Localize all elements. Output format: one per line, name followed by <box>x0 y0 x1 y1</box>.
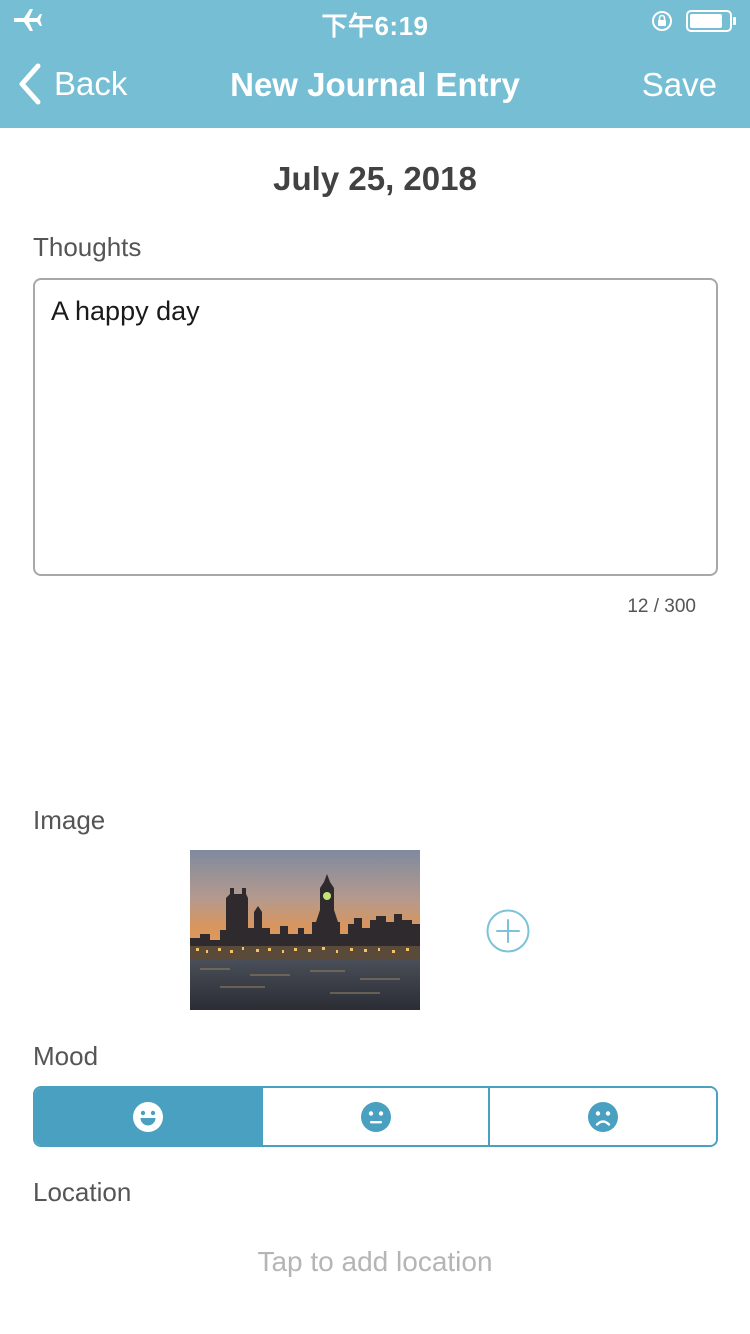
character-counter: 12 / 300 <box>627 596 696 617</box>
status-time: 下午6:19 <box>321 11 429 41</box>
top-bar: 下午6:19 Back New Journal Entry Save <box>0 0 750 128</box>
location-label: Location <box>33 1177 132 1207</box>
add-location-button[interactable]: Tap to add location <box>0 1246 750 1278</box>
sad-face-icon <box>588 1101 619 1132</box>
mood-label: Mood <box>33 1041 99 1071</box>
happy-face-icon <box>132 1101 163 1132</box>
save-button[interactable]: Save <box>642 66 717 104</box>
thoughts-label: Thoughts <box>33 232 142 262</box>
status-bar: 下午6:19 <box>0 0 750 41</box>
page-title: New Journal Entry <box>230 66 520 103</box>
navigation-bar: Back New Journal Entry Save <box>0 40 750 128</box>
entry-date: July 25, 2018 <box>273 160 477 197</box>
mood-selector <box>33 1086 718 1147</box>
journal-entry-screen: 下午6:19 Back New Journal Entry Save July … <box>0 0 750 1334</box>
add-image-icon[interactable] <box>486 909 530 953</box>
orientation-lock-icon <box>652 11 672 31</box>
thoughts-textarea[interactable]: A happy day <box>33 278 718 576</box>
mood-option-sad[interactable] <box>488 1088 716 1145</box>
battery-icon <box>686 10 736 32</box>
mood-option-neutral[interactable] <box>260 1088 489 1145</box>
neutral-face-icon <box>360 1101 391 1132</box>
mood-option-happy[interactable] <box>35 1088 261 1145</box>
attached-photo[interactable] <box>190 850 420 1010</box>
city-skyline-image <box>190 850 420 1010</box>
image-label: Image <box>33 805 106 835</box>
